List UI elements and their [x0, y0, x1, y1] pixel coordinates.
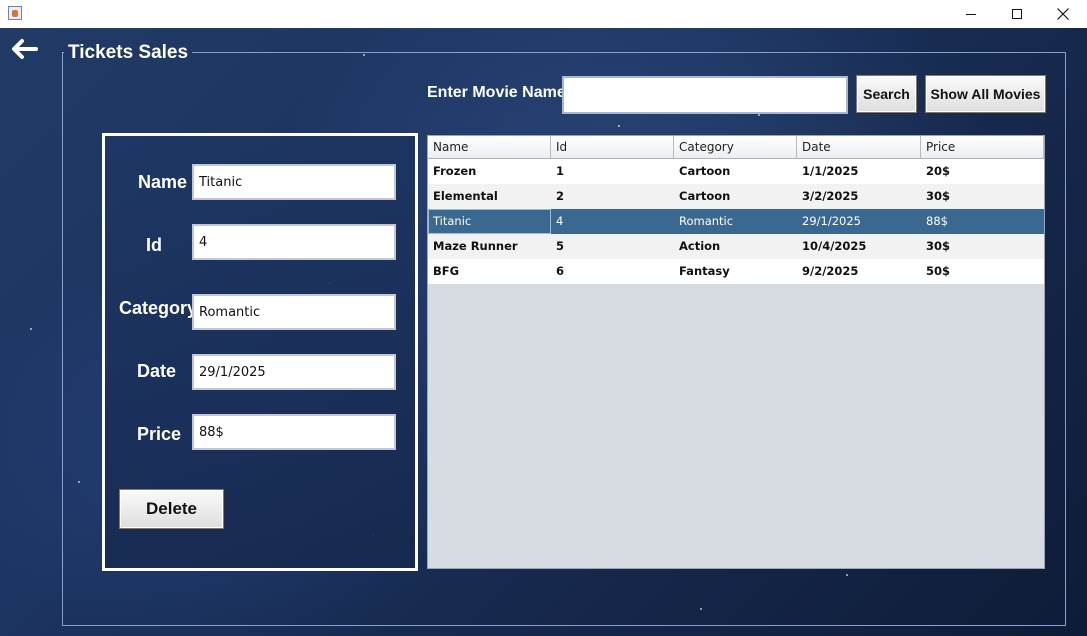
movie-name-search-input[interactable]: [562, 76, 848, 114]
table-row[interactable]: Maze Runner 5 Action 10/4/2025 30$: [428, 234, 1044, 259]
cell-category: Cartoon: [679, 189, 731, 203]
column-header-price[interactable]: Price: [921, 136, 1044, 158]
id-label: Id: [146, 235, 162, 255]
date-field[interactable]: [192, 354, 396, 390]
table-body: Frozen 1 Cartoon 1/1/2025 20$ Elemental …: [428, 159, 1044, 284]
price-label: Price: [137, 424, 182, 444]
cell-category: Cartoon: [679, 164, 731, 178]
close-icon: [1057, 8, 1069, 20]
price-field[interactable]: [192, 414, 396, 450]
column-header-category[interactable]: Category: [674, 136, 797, 158]
table-row[interactable]: Frozen 1 Cartoon 1/1/2025 20$: [428, 159, 1044, 184]
cell-date: 1/1/2025: [802, 164, 859, 178]
java-app-icon: [8, 6, 22, 20]
cell-category: Romantic: [679, 214, 734, 228]
cell-id: 1: [556, 164, 565, 178]
cell-name: BFG: [433, 264, 460, 278]
name-label: Name: [138, 172, 188, 192]
id-field[interactable]: [192, 224, 396, 260]
maximize-button[interactable]: [994, 0, 1040, 28]
window-titlebar: [0, 0, 1087, 28]
category-label: Category: [119, 298, 198, 318]
name-field[interactable]: [192, 164, 396, 200]
cell-date: 10/4/2025: [802, 239, 867, 253]
delete-button[interactable]: Delete: [119, 489, 224, 529]
cell-id: 2: [556, 189, 565, 203]
minimize-icon: [966, 13, 976, 15]
category-field[interactable]: [192, 294, 396, 330]
table-row-selected[interactable]: Titanic 4 Romantic 29/1/2025 88$: [428, 209, 1044, 234]
cell-id: 4: [556, 214, 564, 228]
back-arrow-icon[interactable]: [10, 38, 38, 60]
table-row[interactable]: Elemental 2 Cartoon 3/2/2025 30$: [428, 184, 1044, 209]
cell-date: 29/1/2025: [802, 214, 861, 228]
cell-price: 30$: [926, 189, 951, 203]
table-header: Name Id Category Date Price: [428, 136, 1044, 159]
cell-date: 3/2/2025: [802, 189, 859, 203]
table-row[interactable]: BFG 6 Fantasy 9/2/2025 50$: [428, 259, 1044, 284]
column-header-date[interactable]: Date: [797, 136, 921, 158]
panel-title: Tickets Sales: [68, 42, 189, 63]
cell-id: 6: [556, 264, 565, 278]
date-label: Date: [137, 361, 177, 381]
show-all-movies-button[interactable]: Show All Movies: [925, 75, 1046, 113]
maximize-icon: [1012, 9, 1022, 19]
cell-price: 88$: [926, 214, 948, 228]
cell-price: 20$: [926, 164, 951, 178]
cell-name: Elemental: [433, 189, 498, 203]
search-button[interactable]: Search: [856, 75, 917, 113]
movies-table[interactable]: Name Id Category Date Price Frozen 1 Car…: [427, 135, 1045, 569]
cell-price: 30$: [926, 239, 951, 253]
cell-price: 50$: [926, 264, 951, 278]
cell-date: 9/2/2025: [802, 264, 859, 278]
column-header-id[interactable]: Id: [551, 136, 674, 158]
cell-name: Maze Runner: [433, 239, 518, 253]
close-button[interactable]: [1040, 0, 1086, 28]
cell-id: 5: [556, 239, 565, 253]
cell-category: Action: [679, 239, 721, 253]
cell-name: Frozen: [433, 164, 477, 178]
column-header-name[interactable]: Name: [428, 136, 551, 158]
cell-category: Fantasy: [679, 264, 730, 278]
search-label: Enter Movie Name: [427, 84, 566, 101]
minimize-button[interactable]: [948, 0, 994, 28]
cell-name: Titanic: [428, 209, 551, 234]
